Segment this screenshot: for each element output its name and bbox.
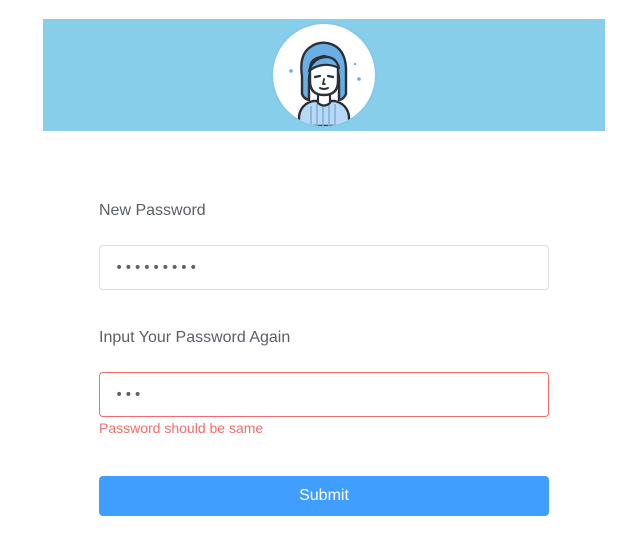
confirm-password-label: Input Your Password Again — [99, 329, 291, 346]
woman-avatar-icon — [273, 24, 375, 126]
new-password-input[interactable] — [99, 245, 549, 290]
confirm-password-input[interactable] — [99, 372, 549, 417]
new-password-label: New Password — [99, 202, 206, 219]
avatar-illustration — [289, 41, 361, 126]
password-reset-page: New Password Input Your Password Again P… — [0, 0, 634, 541]
password-mismatch-error: Password should be same — [99, 420, 264, 436]
submit-button[interactable]: Submit — [99, 476, 549, 516]
